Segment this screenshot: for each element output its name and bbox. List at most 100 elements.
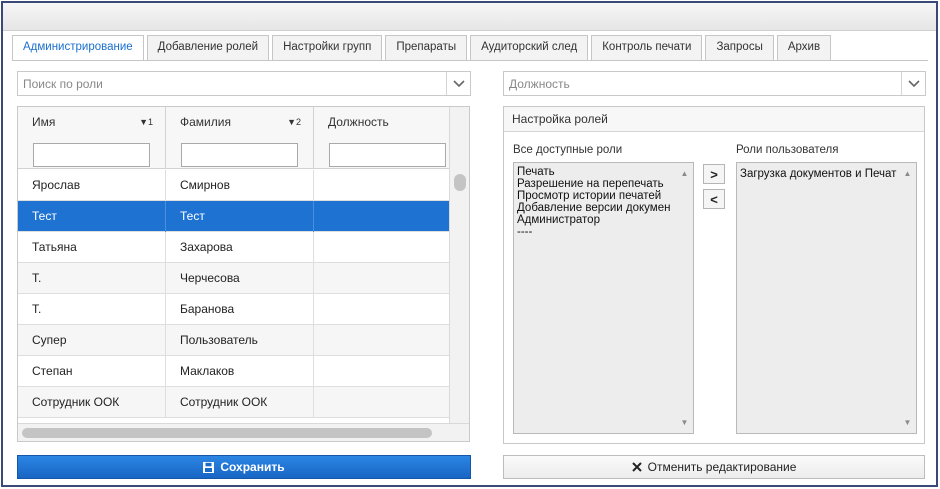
table-cell-last: Смирнов: [166, 170, 314, 201]
filter-last-name-input[interactable]: [181, 143, 298, 167]
role-search-input[interactable]: [18, 72, 444, 95]
tab-administration[interactable]: Администрирование: [12, 35, 144, 61]
table-cell-first: Т.: [18, 294, 166, 325]
table-cell-last: Тест: [166, 201, 314, 232]
table-cell-first: Татьяна: [18, 232, 166, 263]
filter-cell: [18, 138, 166, 169]
save-button[interactable]: Сохранить: [17, 455, 471, 479]
table-cell-first: Сотрудник ООК: [18, 387, 166, 418]
table-cell-position: [314, 263, 449, 294]
table-row[interactable]: Т. Баранова: [18, 294, 449, 325]
role-search-combo: [17, 71, 471, 96]
scrollbar-thumb[interactable]: [454, 174, 466, 191]
chevron-down-icon: [452, 79, 465, 87]
position-select: [503, 71, 926, 96]
position-dropdown-button[interactable]: [901, 72, 925, 95]
table-row[interactable]: Т. Черчесова: [18, 263, 449, 294]
scroll-up-icon[interactable]: ▲: [904, 169, 912, 178]
tab-archive[interactable]: Архив: [776, 35, 832, 60]
table-cell-first: Степан: [18, 356, 166, 387]
top-bar: [3, 3, 936, 31]
column-header-label: Должность: [328, 115, 389, 129]
scroll-up-icon[interactable]: ▲: [681, 169, 689, 178]
tab-requests[interactable]: Запросы: [705, 35, 774, 60]
scrollbar-thumb[interactable]: [22, 428, 432, 438]
user-roles-list[interactable]: Загрузка документов и Печат ▲ ▼: [736, 162, 917, 434]
move-right-button[interactable]: >: [703, 164, 725, 184]
role-search-dropdown-button[interactable]: [446, 72, 470, 95]
table-cell-last: Пользователь: [166, 325, 314, 356]
filter-first-name-input[interactable]: [33, 143, 150, 167]
list-item[interactable]: Печать: [517, 166, 693, 178]
table-cell-last: Сотрудник ООК: [166, 387, 314, 418]
table-cell-position: [314, 325, 449, 356]
table-row[interactable]: Ярослав Смирнов: [18, 170, 449, 201]
list-items: Загрузка документов и Печат: [737, 163, 916, 180]
close-icon: [631, 462, 642, 472]
tab-drugs[interactable]: Препараты: [385, 35, 468, 60]
table-cell-last: Баранова: [166, 294, 314, 325]
table-row[interactable]: Сотрудник ООК Сотрудник ООК: [18, 387, 449, 418]
table-row[interactable]: Степан Маклаков: [18, 356, 449, 387]
list-item[interactable]: Разрешение на перепечать: [517, 178, 693, 190]
tab-group-settings[interactable]: Настройки групп: [272, 35, 383, 60]
tab-divider: [12, 60, 928, 61]
list-item[interactable]: Добавление версии докумен: [517, 202, 693, 214]
table-cell-first: Ярослав: [18, 170, 166, 201]
table-cell-position: [314, 294, 449, 325]
sort-indicator: ▼2: [287, 117, 301, 127]
table-cell-first: Тест: [18, 201, 166, 232]
column-header-label: Имя: [32, 115, 56, 129]
save-button-label: Сохранить: [220, 460, 285, 474]
scroll-down-icon[interactable]: ▼: [904, 418, 912, 427]
tab-add-roles[interactable]: Добавление ролей: [146, 35, 270, 60]
table-row[interactable]: Татьяна Захарова: [18, 232, 449, 263]
available-roles-label: Все доступные роли: [513, 144, 623, 156]
list-item[interactable]: Администратор: [517, 214, 693, 226]
filter-cell: [314, 138, 449, 169]
grid-body: Ярослав Смирнов Тест Тест Татьяна Захарова Т. Ч…: [18, 170, 449, 418]
column-header-position[interactable]: Должность: [314, 107, 449, 138]
cancel-edit-button[interactable]: Отменить редактирование: [503, 455, 925, 479]
filter-position-input[interactable]: [329, 143, 446, 167]
tab-print-control[interactable]: Контроль печати: [591, 35, 703, 60]
sort-indicator: ▼1: [139, 117, 153, 127]
roles-panel: Настройка ролей Все доступные роли Роли …: [503, 106, 925, 444]
available-roles-list[interactable]: Печать Разрешение на перепечать Просмотр и…: [513, 162, 694, 434]
table-cell-first: Супер: [18, 325, 166, 356]
grid-header: Имя ▼1 Фамилия ▼2 Должность: [18, 107, 449, 169]
table-row[interactable]: Супер Пользователь: [18, 325, 449, 356]
user-roles-label: Роли пользователя: [736, 144, 839, 156]
column-header-first-name[interactable]: Имя ▼1: [18, 107, 166, 138]
column-header-label: Фамилия: [180, 115, 231, 129]
table-cell-last: Черчесова: [166, 263, 314, 294]
list-scrollbar[interactable]: ▲ ▼: [899, 163, 916, 433]
users-grid: Имя ▼1 Фамилия ▼2 Должность Ярослав Смирн…: [17, 106, 470, 442]
table-cell-position: [314, 170, 449, 201]
table-cell-position: [314, 387, 449, 418]
table-cell-last: Захарова: [166, 232, 314, 263]
table-cell-position: [314, 356, 449, 387]
floppy-disk-icon: [203, 461, 215, 473]
list-item[interactable]: ----: [517, 226, 693, 238]
position-input[interactable]: [504, 72, 899, 95]
chevron-down-icon: [907, 79, 920, 87]
list-item[interactable]: Просмотр истории печатей: [517, 190, 693, 202]
table-cell-first: Т.: [18, 263, 166, 294]
vertical-scrollbar[interactable]: [449, 107, 469, 423]
list-scrollbar[interactable]: ▲ ▼: [676, 163, 693, 433]
tab-bar: Администрирование Добавление ролей Настр…: [12, 35, 834, 61]
cancel-button-label: Отменить редактирование: [647, 460, 797, 474]
panel-title: Настройка ролей: [504, 107, 924, 132]
list-items: Печать Разрешение на перепечать Просмотр и…: [514, 163, 693, 238]
scroll-down-icon[interactable]: ▼: [681, 418, 689, 427]
table-row[interactable]: Тест Тест: [18, 201, 449, 232]
column-header-last-name[interactable]: Фамилия ▼2: [166, 107, 314, 138]
table-cell-position: [314, 201, 449, 232]
list-item[interactable]: Загрузка документов и Печат: [740, 168, 916, 180]
tab-audit-trail[interactable]: Аудиторский след: [470, 35, 589, 60]
table-cell-last: Маклаков: [166, 356, 314, 387]
filter-cell: [166, 138, 314, 169]
move-left-button[interactable]: <: [703, 189, 725, 209]
horizontal-scrollbar[interactable]: [18, 423, 469, 441]
